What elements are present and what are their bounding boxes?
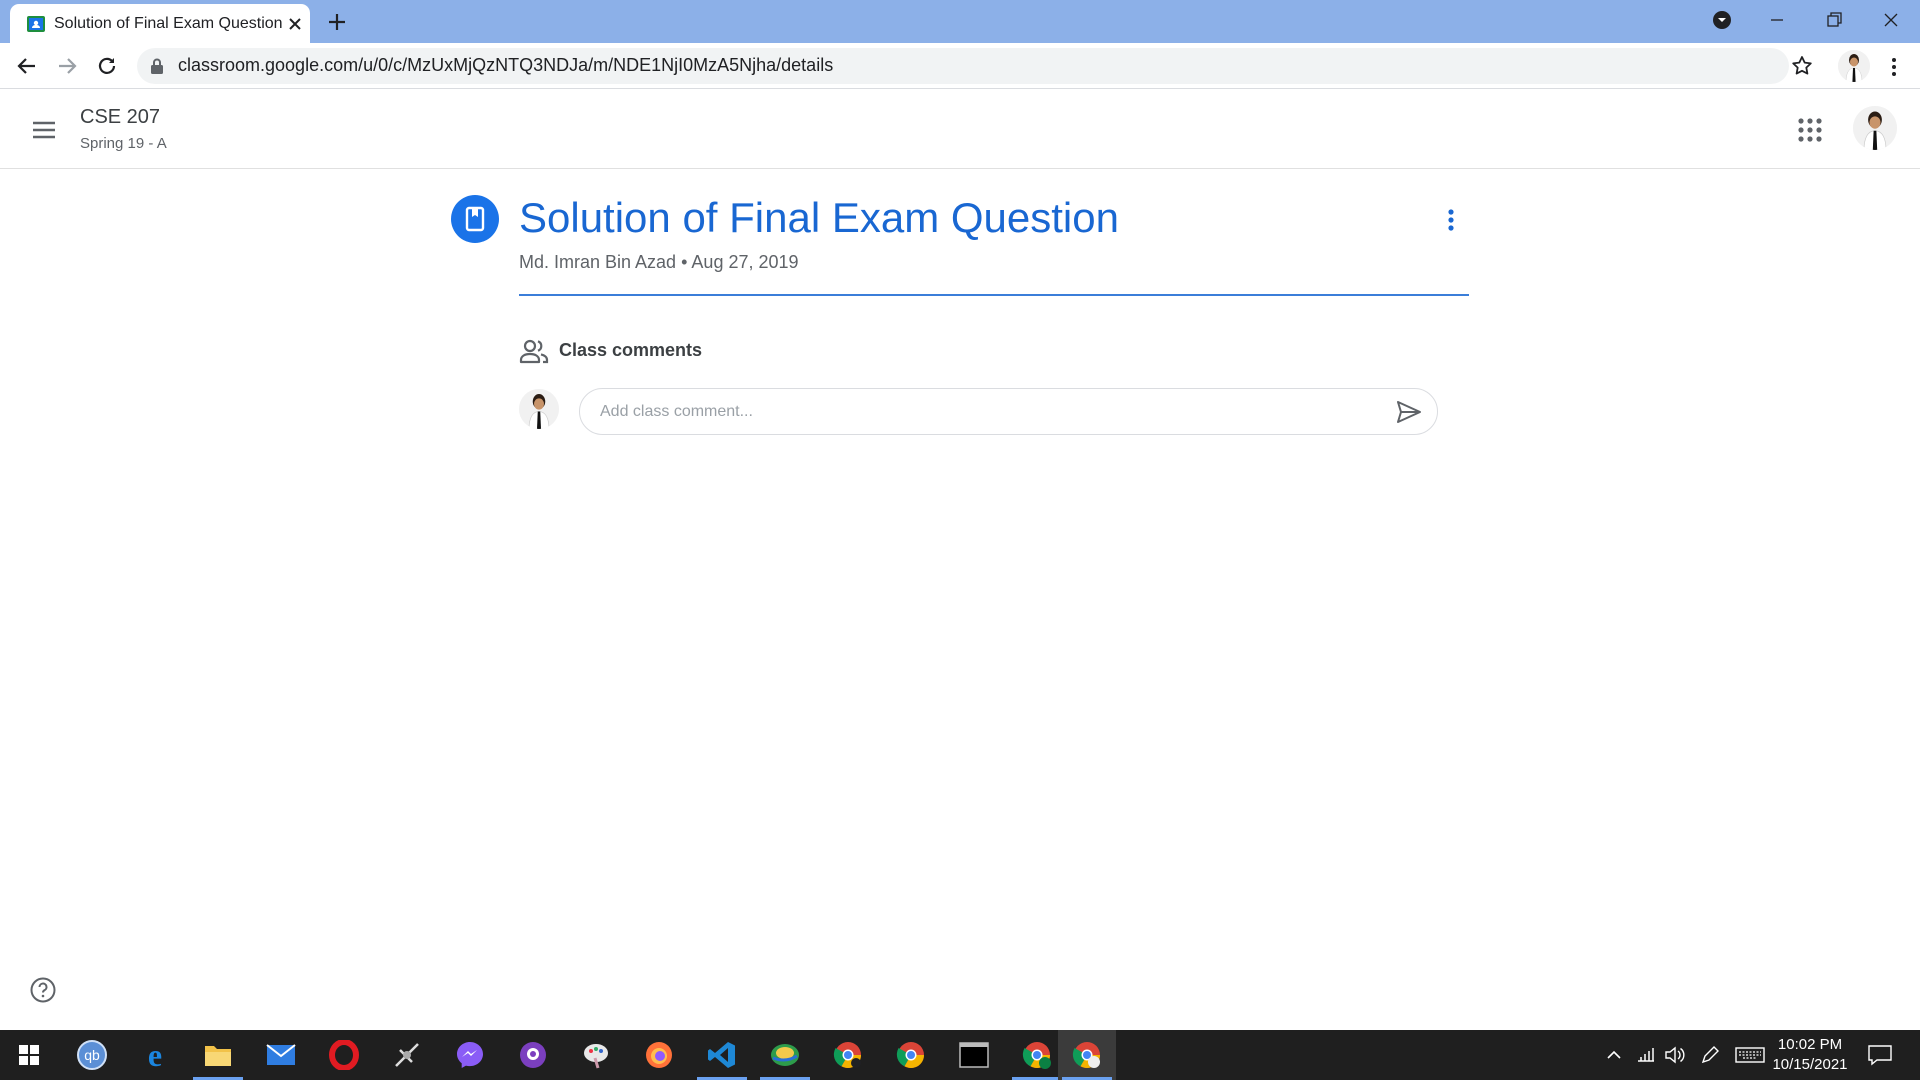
firefox-icon	[646, 1042, 672, 1068]
post-author: Md. Imran Bin Azad	[519, 252, 677, 272]
google-apps-icon[interactable]	[1797, 117, 1823, 143]
taskbar-app[interactable]	[189, 1030, 247, 1080]
clock-date: 10/15/2021	[1772, 1056, 1848, 1073]
taskbar-app[interactable]	[252, 1030, 310, 1080]
account-avatar-image	[1853, 106, 1897, 150]
satellite-app-icon	[395, 1043, 419, 1067]
commenter-avatar-image	[519, 389, 559, 429]
post-date: Aug 27, 2019	[691, 252, 799, 272]
taskbar-app[interactable]	[630, 1030, 688, 1080]
taskbar-app[interactable]	[756, 1030, 814, 1080]
taskbar-app[interactable]	[945, 1030, 1003, 1080]
post-meta: Md. Imran Bin Azad • Aug 27, 2019	[519, 252, 799, 273]
people-icon	[519, 339, 549, 364]
title-divider	[519, 294, 1469, 296]
start-icon	[19, 1045, 39, 1065]
svg-text:e: e	[148, 1040, 162, 1070]
earth-app-icon	[771, 1044, 799, 1066]
volume-icon[interactable]	[1663, 1044, 1685, 1066]
new-tab-icon[interactable]	[326, 11, 348, 33]
post-title: Solution of Final Exam Question	[519, 194, 1119, 241]
bookmark-star-icon[interactable]	[1790, 54, 1814, 78]
chrome-icon	[896, 1042, 925, 1069]
send-icon[interactable]	[1395, 399, 1423, 425]
meta-separator: •	[681, 252, 688, 272]
minimize-window-icon[interactable]	[1762, 6, 1792, 34]
chrome-profile-icon	[833, 1042, 862, 1069]
main-menu-icon[interactable]	[30, 118, 58, 142]
messenger-icon	[457, 1042, 483, 1068]
chrome-menu-icon[interactable]	[1884, 55, 1904, 79]
taskbar-app[interactable]	[567, 1030, 625, 1080]
material-type-icon	[451, 195, 499, 243]
class-comments-label: Class comments	[559, 340, 703, 360]
taskbar-app[interactable]	[504, 1030, 562, 1080]
browser-tabstrip: Solution of Final Exam Question	[0, 0, 1920, 43]
taskbar-app[interactable]	[882, 1030, 940, 1080]
start-button[interactable]	[0, 1030, 58, 1080]
classroom-favicon-icon	[27, 16, 45, 32]
windows-taskbar: qb e 10:02 PM 10/15/2021	[0, 1030, 1920, 1080]
network-icon[interactable]	[1635, 1044, 1657, 1066]
class-comment-input[interactable]	[600, 401, 1360, 423]
taskbar-app[interactable]	[819, 1030, 877, 1080]
opera-icon	[329, 1040, 359, 1070]
browser-toolbar: classroom.google.com/u/0/c/MzUxMjQzNTQ3N…	[0, 43, 1920, 89]
qbittorrent-icon: qb	[77, 1040, 107, 1070]
edge-icon: e	[148, 1040, 162, 1070]
github-desktop-icon	[520, 1042, 546, 1068]
taskbar-app[interactable]	[441, 1030, 499, 1080]
profile-avatar-image	[1838, 50, 1870, 82]
chrome-ek-icon	[1022, 1042, 1051, 1069]
clock-time: 10:02 PM	[1777, 1036, 1843, 1053]
paint-app-icon	[584, 1044, 608, 1069]
tab-title: Solution of Final Exam Question	[54, 15, 283, 32]
taskbar-app[interactable]	[315, 1030, 373, 1080]
mail-icon	[266, 1044, 296, 1065]
vscode-icon	[708, 1042, 735, 1068]
taskbar-app[interactable]	[693, 1030, 751, 1080]
taskbar-app[interactable]	[378, 1030, 436, 1080]
taskbar-app[interactable]: qb	[63, 1030, 121, 1080]
close-tab-icon[interactable]	[286, 15, 304, 33]
course-name[interactable]: CSE 207	[80, 106, 160, 129]
chrome-active-icon	[1072, 1042, 1101, 1069]
reload-icon[interactable]	[94, 53, 120, 79]
taskbar-app[interactable]: e	[126, 1030, 184, 1080]
classroom-header: CSE 207 Spring 19 - A	[0, 90, 1920, 169]
terminal-icon	[959, 1042, 989, 1068]
more-options-icon[interactable]	[1441, 206, 1461, 234]
profile-avatar[interactable]	[1838, 50, 1870, 82]
book-icon	[465, 206, 485, 232]
svg-text:qb: qb	[84, 1047, 100, 1063]
taskbar-app-active[interactable]	[1058, 1030, 1116, 1080]
close-window-icon[interactable]	[1876, 6, 1906, 34]
pen-icon[interactable]	[1699, 1044, 1721, 1066]
course-section: Spring 19 - A	[80, 135, 167, 152]
system-clock[interactable]: 10:02 PM 10/15/2021	[1760, 1035, 1860, 1075]
show-hidden-icons-icon[interactable]	[1603, 1044, 1625, 1066]
tab-search-icon[interactable]	[1707, 6, 1737, 34]
lock-icon[interactable]	[149, 57, 165, 75]
browser-tab[interactable]: Solution of Final Exam Question	[10, 4, 310, 43]
comment-box	[579, 388, 1438, 435]
url-text[interactable]: classroom.google.com/u/0/c/MzUxMjQzNTQ3N…	[178, 55, 833, 76]
restore-window-icon[interactable]	[1819, 6, 1849, 34]
commenter-avatar	[519, 389, 559, 429]
forward-arrow-icon[interactable]	[54, 53, 80, 79]
file-explorer-icon	[205, 1046, 231, 1066]
notifications-icon[interactable]	[1867, 1044, 1893, 1066]
account-avatar[interactable]	[1853, 106, 1897, 150]
help-icon[interactable]	[29, 976, 57, 1004]
back-arrow-icon[interactable]	[14, 53, 40, 79]
